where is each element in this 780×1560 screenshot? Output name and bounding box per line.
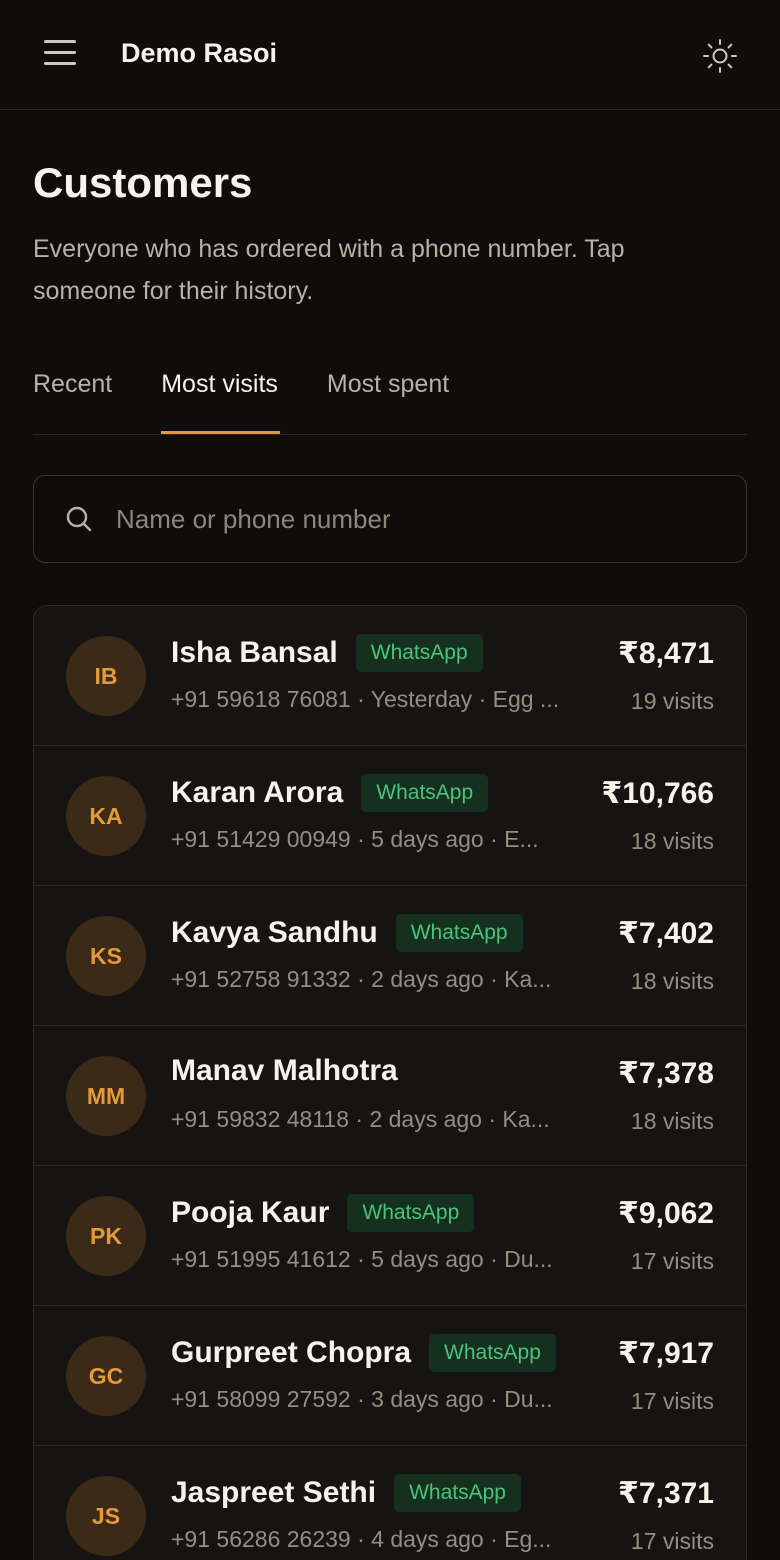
avatar: GC bbox=[66, 1336, 146, 1417]
whatsapp-badge: WhatsApp bbox=[361, 774, 489, 813]
customer-meta: +91 51995 41612 · 5 days ago · Du... bbox=[171, 1246, 553, 1273]
customer-meta: +91 56286 26239 · 4 days ago · Eg... bbox=[171, 1526, 552, 1553]
search-box bbox=[33, 475, 747, 564]
avatar: KA bbox=[66, 776, 146, 857]
sun-icon[interactable] bbox=[700, 36, 740, 76]
main-content: Customers Everyone who has ordered with … bbox=[0, 159, 780, 1560]
tab-recent[interactable]: Recent bbox=[33, 364, 112, 434]
tab-most-spent[interactable]: Most spent bbox=[327, 364, 449, 434]
customer-visits: 19 visits bbox=[630, 688, 714, 715]
customer-meta: +91 59618 76081 · Yesterday · Egg ... bbox=[171, 686, 560, 713]
customer-name: Pooja Kaur bbox=[171, 1196, 330, 1230]
customer-amount: ₹7,917 bbox=[618, 1337, 714, 1371]
tab-bar: Recent Most visits Most spent bbox=[33, 364, 747, 436]
customer-row[interactable]: JS Jaspreet Sethi WhatsApp +91 56286 262… bbox=[34, 1446, 746, 1560]
avatar: PK bbox=[66, 1196, 146, 1277]
customer-visits: 18 visits bbox=[630, 1108, 714, 1135]
customer-visits: 18 visits bbox=[630, 828, 714, 855]
whatsapp-badge: WhatsApp bbox=[347, 1194, 475, 1233]
avatar: JS bbox=[66, 1476, 146, 1557]
whatsapp-badge: WhatsApp bbox=[394, 1474, 521, 1513]
customer-name: Kavya Sandhu bbox=[171, 916, 378, 950]
customer-name: Jaspreet Sethi bbox=[171, 1476, 377, 1510]
customer-row[interactable]: KS Kavya Sandhu WhatsApp +91 52758 91332… bbox=[34, 886, 746, 1027]
customer-name: Karan Arora bbox=[171, 776, 344, 810]
whatsapp-badge: WhatsApp bbox=[355, 634, 483, 673]
customer-amount: ₹9,062 bbox=[618, 1197, 714, 1231]
customer-amount: ₹7,378 bbox=[618, 1057, 714, 1091]
whatsapp-badge: WhatsApp bbox=[395, 914, 523, 953]
customer-meta: +91 51429 00949 · 5 days ago · E... bbox=[171, 826, 539, 853]
page-title: Customers bbox=[33, 159, 253, 206]
search-input[interactable] bbox=[116, 503, 676, 535]
customer-row[interactable]: IB Isha Bansal WhatsApp +91 59618 76081 … bbox=[34, 606, 746, 747]
customer-list: IB Isha Bansal WhatsApp +91 59618 76081 … bbox=[33, 605, 747, 1560]
customer-visits: 17 visits bbox=[630, 1528, 714, 1555]
customer-row[interactable]: GC Gurpreet Chopra WhatsApp +91 58099 27… bbox=[34, 1306, 746, 1447]
customer-amount: ₹7,371 bbox=[618, 1477, 714, 1511]
search-icon bbox=[66, 506, 92, 532]
customer-amount: ₹10,766 bbox=[601, 777, 714, 811]
customer-name: Gurpreet Chopra bbox=[171, 1336, 412, 1370]
top-bar: Demo Rasoi bbox=[0, 0, 780, 110]
customer-visits: 18 visits bbox=[630, 968, 714, 995]
customer-row[interactable]: KA Karan Arora WhatsApp +91 51429 00949 … bbox=[34, 746, 746, 887]
whatsapp-badge: WhatsApp bbox=[429, 1334, 556, 1373]
avatar: KS bbox=[66, 916, 146, 997]
customer-amount: ₹8,471 bbox=[618, 637, 714, 671]
avatar: IB bbox=[66, 636, 146, 717]
customer-meta: +91 59832 48118 · 2 days ago · Ka... bbox=[171, 1106, 550, 1133]
customer-meta: +91 52758 91332 · 2 days ago · Ka... bbox=[171, 966, 552, 993]
customer-row[interactable]: MM Manav Malhotra +91 59832 48118 · 2 da… bbox=[34, 1026, 746, 1167]
customer-visits: 17 visits bbox=[630, 1248, 714, 1275]
customer-amount: ₹7,402 bbox=[618, 917, 714, 951]
page-subtitle: Everyone who has ordered with a phone nu… bbox=[33, 235, 625, 306]
hamburger-menu-icon[interactable] bbox=[40, 40, 80, 72]
app-title: Demo Rasoi bbox=[121, 38, 278, 68]
customer-row[interactable]: PK Pooja Kaur WhatsApp +91 51995 41612 ·… bbox=[34, 1166, 746, 1307]
avatar: MM bbox=[66, 1056, 146, 1137]
customer-meta: +91 58099 27592 · 3 days ago · Du... bbox=[171, 1386, 553, 1413]
customer-visits: 17 visits bbox=[630, 1388, 714, 1415]
tab-most-visits[interactable]: Most visits bbox=[161, 364, 280, 435]
customer-name: Manav Malhotra bbox=[171, 1054, 398, 1088]
customer-name: Isha Bansal bbox=[171, 636, 338, 670]
